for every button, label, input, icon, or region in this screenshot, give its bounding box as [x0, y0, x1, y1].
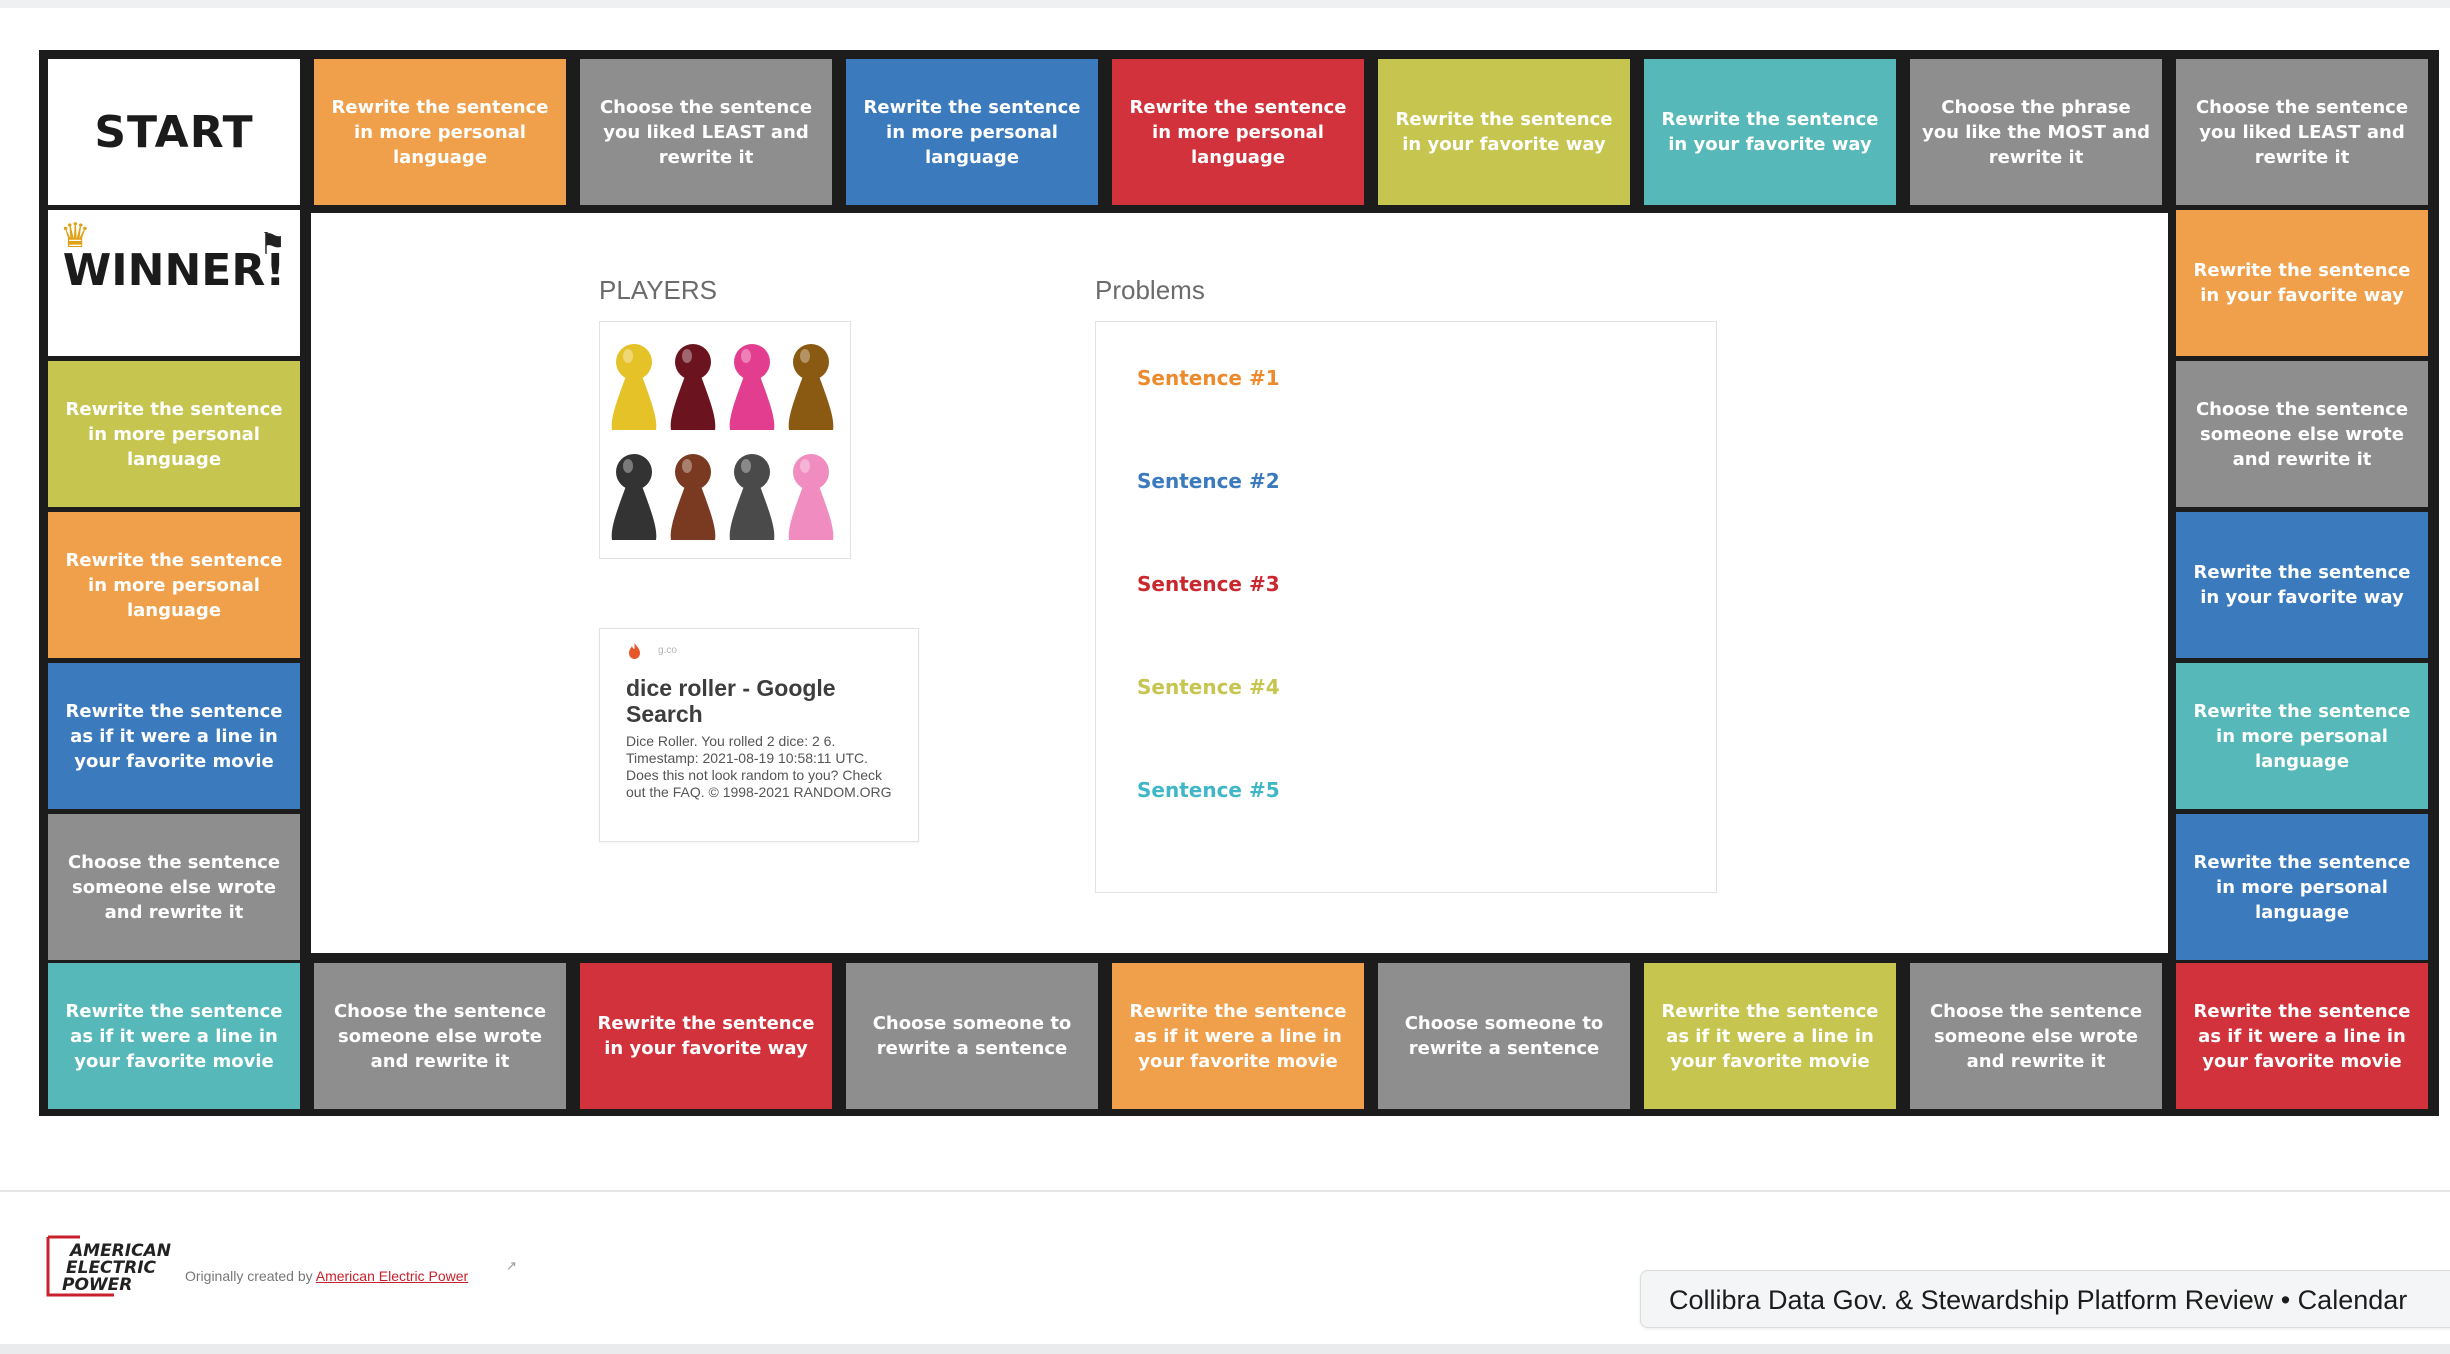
player-pawns [611, 344, 834, 540]
board-tile-left-1[interactable]: Rewrite the sentence in more personal la… [48, 361, 300, 507]
players-heading: PLAYERS [599, 275, 718, 305]
board-tile-right-2[interactable]: Choose the sentence someone else wrote a… [2176, 361, 2428, 507]
credit-prefix: Originally created by [185, 1268, 316, 1284]
tile-label: Choose someone to rewrite a sentence [1404, 1013, 1604, 1059]
board-tile-top-4[interactable]: Rewrite the sentence in more personal la… [1112, 59, 1364, 205]
footer-divider [0, 1190, 2450, 1192]
tile-label: Rewrite the sentence in your favorite wa… [1395, 109, 1613, 155]
board-tile-right-5[interactable]: Rewrite the sentence in more personal la… [2176, 814, 2428, 960]
board-tile-top-1[interactable]: Rewrite the sentence in more personal la… [314, 59, 566, 205]
google-favicon-icon [629, 643, 640, 659]
tile-label: Rewrite the sentence in more personal la… [331, 96, 549, 168]
tile-label: Rewrite the sentence in your favorite wa… [1661, 109, 1879, 155]
board-tile-left-4[interactable]: Choose the sentence someone else wrote a… [48, 814, 300, 960]
board-tile-bottom-2[interactable]: Choose the sentence someone else wrote a… [314, 963, 566, 1109]
player-pawn [670, 454, 716, 540]
tile-label: Choose the sentence you liked LEAST and … [2195, 96, 2409, 168]
tile-label: Choose the sentence someone else wrote a… [67, 851, 281, 923]
tile-label: Rewrite the sentence in more personal la… [2193, 700, 2411, 772]
board-tile-bottom-1[interactable]: Rewrite the sentence as if it were a lin… [48, 963, 300, 1109]
board-tile-bottom-6[interactable]: Choose someone to rewrite a sentence [1378, 963, 1630, 1109]
start-tile[interactable]: START [48, 59, 300, 205]
tile-label: Choose the sentence someone else wrote a… [2195, 398, 2409, 470]
tile-label: Rewrite the sentence in more personal la… [863, 96, 1081, 168]
player-pawn [788, 344, 834, 430]
board-tile-top-8[interactable]: Choose the sentence you liked LEAST and … [2176, 59, 2428, 205]
svg-text:POWER: POWER [62, 1275, 132, 1295]
tile-label: Rewrite the sentence as if it were a lin… [65, 700, 283, 772]
players-image[interactable] [599, 321, 851, 559]
aep-logo: AMERICAN ELECTRIC POWER [46, 1235, 171, 1297]
board-tile-bottom-7[interactable]: Rewrite the sentence as if it were a lin… [1644, 963, 1896, 1109]
player-pawn [611, 344, 657, 430]
card-title[interactable]: dice roller - Google Search [626, 675, 896, 727]
problems-heading: Problems [1095, 275, 1205, 305]
tile-label: Choose someone to rewrite a sentence [872, 1013, 1072, 1059]
dice-roller-link-card[interactable]: g.co dice roller - Google Search Dice Ro… [599, 628, 919, 842]
player-pawn [729, 344, 775, 430]
sentence-3[interactable]: Sentence #3 [1137, 572, 1280, 596]
winner-tile[interactable]: ♛ ⚑ WINNER! [48, 210, 300, 356]
board-tile-bottom-8[interactable]: Choose the sentence someone else wrote a… [1910, 963, 2162, 1109]
sentence-1[interactable]: Sentence #1 [1137, 366, 1280, 390]
bottom-strip [0, 1344, 2450, 1354]
calendar-notification[interactable]: Collibra Data Gov. & Stewardship Platfor… [1640, 1270, 2450, 1328]
tile-label: Rewrite the sentence in your favorite wa… [597, 1013, 815, 1059]
board-tile-top-5[interactable]: Rewrite the sentence in your favorite wa… [1378, 59, 1630, 205]
board-tile-top-2[interactable]: Choose the sentence you liked LEAST and … [580, 59, 832, 205]
board-tile-top-7[interactable]: Choose the phrase you like the MOST and … [1910, 59, 2162, 205]
tile-label: Rewrite the sentence in more personal la… [2193, 851, 2411, 923]
card-description: Dice Roller. You rolled 2 dice: 2 6. Tim… [626, 733, 892, 800]
tile-label: Rewrite the sentence in more personal la… [65, 398, 283, 470]
tile-label: Rewrite the sentence as if it were a lin… [1129, 1000, 1347, 1072]
board-tile-bottom-5[interactable]: Rewrite the sentence as if it were a lin… [1112, 963, 1364, 1109]
tile-label: Choose the sentence someone else wrote a… [1929, 1000, 2143, 1072]
tile-label: Choose the phrase you like the MOST and … [1922, 96, 2150, 168]
tile-label: Rewrite the sentence in more personal la… [1129, 96, 1347, 168]
tile-label: Rewrite the sentence as if it were a lin… [65, 1000, 283, 1072]
player-pawn [729, 454, 775, 540]
board-tile-left-2[interactable]: Rewrite the sentence in more personal la… [48, 512, 300, 658]
board-tile-top-3[interactable]: Rewrite the sentence in more personal la… [846, 59, 1098, 205]
sentence-5[interactable]: Sentence #5 [1137, 778, 1280, 802]
credit-link[interactable]: American Electric Power [316, 1268, 469, 1284]
board-tile-right-1[interactable]: Rewrite the sentence in your favorite wa… [2176, 210, 2428, 356]
card-source: g.co [658, 645, 677, 656]
tile-label: Rewrite the sentence in your favorite wa… [2193, 562, 2411, 608]
player-pawn [670, 344, 716, 430]
board-tile-left-3[interactable]: Rewrite the sentence as if it were a lin… [48, 663, 300, 809]
player-pawn [788, 454, 834, 540]
board-tile-top-6[interactable]: Rewrite the sentence in your favorite wa… [1644, 59, 1896, 205]
board-tile-bottom-3[interactable]: Rewrite the sentence in your favorite wa… [580, 963, 832, 1109]
board-tile-bottom-9[interactable]: Rewrite the sentence as if it were a lin… [2176, 963, 2428, 1109]
tile-label: Choose the sentence you liked LEAST and … [599, 96, 813, 168]
sentence-2[interactable]: Sentence #2 [1137, 469, 1280, 493]
tile-label: Rewrite the sentence in more personal la… [65, 549, 283, 621]
tile-label: Rewrite the sentence as if it were a lin… [2193, 1000, 2411, 1072]
tile-label: Rewrite the sentence as if it were a lin… [1661, 1000, 1879, 1072]
player-pawn [611, 454, 657, 540]
sentence-4[interactable]: Sentence #4 [1137, 675, 1280, 699]
problems-panel: Sentence #1 Sentence #2 Sentence #3 Sent… [1095, 321, 1717, 893]
winner-label: WINNER! [62, 245, 286, 296]
footer-credit: Originally created by American Electric … [185, 1268, 468, 1284]
board-tile-right-3[interactable]: Rewrite the sentence in your favorite wa… [2176, 512, 2428, 658]
board-tile-right-4[interactable]: Rewrite the sentence in more personal la… [2176, 663, 2428, 809]
start-label: START [94, 106, 254, 158]
external-link-icon: ↗ [506, 1258, 517, 1273]
tile-label: Rewrite the sentence in your favorite wa… [2193, 260, 2411, 306]
tile-label: Choose the sentence someone else wrote a… [333, 1000, 547, 1072]
board-tile-bottom-4[interactable]: Choose someone to rewrite a sentence [846, 963, 1098, 1109]
top-strip [0, 0, 2450, 8]
